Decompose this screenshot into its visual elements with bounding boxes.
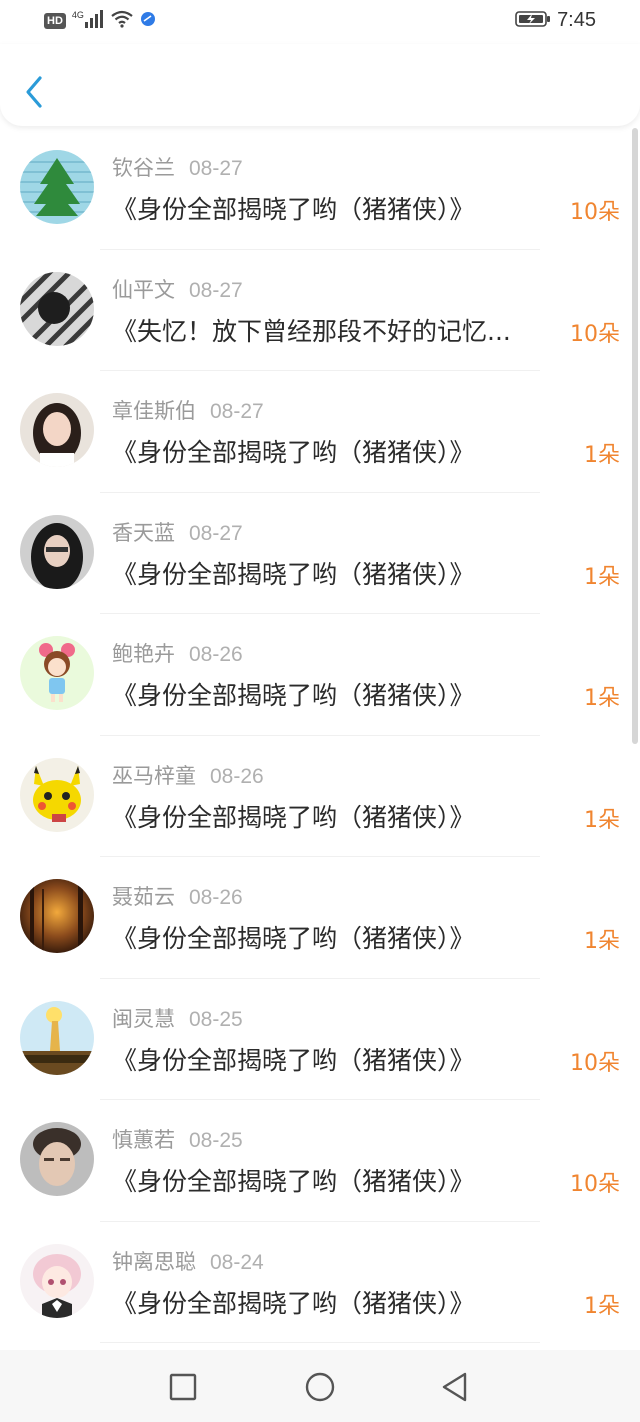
item-date: 08-26 xyxy=(210,764,264,788)
item-date: 08-26 xyxy=(189,643,243,666)
item-meta: 香天蓝 08-27 xyxy=(112,517,243,547)
article-title[interactable]: 《身份全部揭晓了哟（猪猪侠）》 xyxy=(112,190,552,226)
avatar xyxy=(20,1000,94,1075)
avatar xyxy=(20,757,94,832)
gift-record-list: 钦谷兰 08-27 《身份全部揭晓了哟（猪猪侠）》 10朵 仙平文 08-27 《失… xyxy=(0,128,640,1343)
list-item[interactable]: 聂茹云 08-26 《身份全部揭晓了哟（猪猪侠）》 1朵 xyxy=(0,857,640,979)
flower-count: 10朵 xyxy=(570,1172,620,1197)
item-date: 08-25 xyxy=(189,1129,243,1152)
article-title[interactable]: 《身份全部揭晓了哟（猪猪侠）》 xyxy=(112,1041,552,1077)
sender-name: 章佳斯伯 xyxy=(112,400,196,423)
scrollbar[interactable] xyxy=(632,128,638,744)
article-title[interactable]: 《身份全部揭晓了哟（猪猪侠）》 xyxy=(112,433,552,469)
item-date: 08-27 xyxy=(210,400,264,423)
status-left: HD 4G xyxy=(44,10,156,32)
item-meta: 钟离思聪 08-24 xyxy=(112,1246,264,1276)
avatar xyxy=(20,636,94,710)
list-item[interactable]: 仙平文 08-27 《失忆！放下曾经那段不好的记忆... 10朵 xyxy=(0,250,640,371)
flower-count: 10朵 xyxy=(570,321,620,347)
avatar xyxy=(20,271,94,346)
list-item[interactable]: 章佳斯伯 08-27 《身份全部揭晓了哟（猪猪侠）》 1朵 xyxy=(0,371,640,493)
sender-name: 钟离思聪 xyxy=(112,1250,196,1274)
flower-count: 1朵 xyxy=(584,686,620,711)
back-button[interactable] xyxy=(18,72,52,112)
sender-name: 鲍艳卉 xyxy=(112,643,175,666)
hd-badge: HD xyxy=(44,13,66,29)
clock-time: 7:45 xyxy=(557,9,596,31)
flower-count: 10朵 xyxy=(570,1050,620,1076)
item-date: 08-27 xyxy=(189,521,243,545)
recent-apps-square-icon xyxy=(169,1373,197,1401)
list-item[interactable]: 巫马梓童 08-26 《身份全部揭晓了哟（猪猪侠）》 1朵 xyxy=(0,736,640,857)
list-item[interactable]: 闽灵慧 08-25 《身份全部揭晓了哟（猪猪侠）》 10朵 xyxy=(0,979,640,1100)
article-title[interactable]: 《身份全部揭晓了哟（猪猪侠）》 xyxy=(112,555,552,591)
sender-name: 慎蕙若 xyxy=(112,1129,175,1152)
avatar xyxy=(20,393,94,467)
battery-charging-icon xyxy=(515,10,551,32)
list-item[interactable]: 鲍艳卉 08-26 《身份全部揭晓了哟（猪猪侠）》 1朵 xyxy=(0,614,640,736)
item-date: 08-24 xyxy=(210,1250,264,1274)
item-meta: 鲍艳卉 08-26 xyxy=(112,638,243,668)
item-meta: 仙平文 08-27 xyxy=(112,274,243,304)
chevron-left-icon xyxy=(26,76,42,108)
item-meta: 闽灵慧 08-25 xyxy=(112,1003,243,1033)
avatar xyxy=(20,879,94,953)
wifi-icon xyxy=(110,10,134,32)
article-title[interactable]: 《身份全部揭晓了哟（猪猪侠）》 xyxy=(112,1162,552,1198)
sender-name: 聂茹云 xyxy=(112,886,175,909)
item-date: 08-27 xyxy=(189,278,243,302)
flower-count: 1朵 xyxy=(584,564,620,590)
network-type: 4G xyxy=(71,10,84,20)
item-meta: 慎蕙若 08-25 xyxy=(112,1124,243,1154)
item-date: 08-27 xyxy=(189,157,243,180)
list-item[interactable]: 钟离思聪 08-24 《身份全部揭晓了哟（猪猪侠）》 1朵 xyxy=(0,1222,640,1343)
item-meta: 钦谷兰 08-27 xyxy=(112,152,243,182)
list-item[interactable]: 香天蓝 08-27 《身份全部揭晓了哟（猪猪侠）》 1朵 xyxy=(0,493,640,614)
app-notify-icon xyxy=(140,11,156,31)
article-title[interactable]: 《失忆！放下曾经那段不好的记忆... xyxy=(112,312,552,348)
avatar xyxy=(20,150,94,224)
list-item[interactable]: 钦谷兰 08-27 《身份全部揭晓了哟（猪猪侠）》 10朵 xyxy=(0,128,640,250)
signal-icon xyxy=(84,10,104,32)
flower-count: 1朵 xyxy=(584,443,620,468)
article-title[interactable]: 《身份全部揭晓了哟（猪猪侠）》 xyxy=(112,676,552,712)
list-item[interactable]: 慎蕙若 08-25 《身份全部揭晓了哟（猪猪侠）》 10朵 xyxy=(0,1100,640,1222)
sender-name: 钦谷兰 xyxy=(112,157,175,180)
avatar xyxy=(20,1243,94,1318)
avatar xyxy=(20,1122,94,1196)
article-title[interactable]: 《身份全部揭晓了哟（猪猪侠）》 xyxy=(112,919,552,955)
sender-name: 仙平文 xyxy=(112,278,175,302)
status-bar: HD 4G 7:45 xyxy=(0,0,640,44)
item-date: 08-26 xyxy=(189,886,243,909)
divider xyxy=(100,1342,540,1343)
article-title[interactable]: 《身份全部揭晓了哟（猪猪侠）》 xyxy=(112,798,552,834)
flower-count: 1朵 xyxy=(584,929,620,954)
item-meta: 巫马梓童 08-26 xyxy=(112,760,264,790)
flower-count: 1朵 xyxy=(584,1293,620,1319)
sender-name: 巫马梓童 xyxy=(112,764,196,788)
avatar xyxy=(20,514,94,589)
flower-count: 1朵 xyxy=(584,807,620,833)
item-meta: 章佳斯伯 08-27 xyxy=(112,395,264,425)
sender-name: 闽灵慧 xyxy=(112,1007,175,1031)
item-meta: 聂茹云 08-26 xyxy=(112,881,243,911)
sender-name: 香天蓝 xyxy=(112,521,175,545)
app-header xyxy=(0,44,640,126)
system-nav-bar xyxy=(0,1350,640,1422)
home-button[interactable] xyxy=(303,1370,337,1404)
home-circle-icon xyxy=(305,1372,335,1402)
recent-apps-button[interactable] xyxy=(166,1370,200,1404)
article-title[interactable]: 《身份全部揭晓了哟（猪猪侠）》 xyxy=(112,1284,552,1320)
item-date: 08-25 xyxy=(189,1007,243,1031)
back-triangle-icon xyxy=(442,1372,467,1402)
flower-count: 10朵 xyxy=(570,200,620,225)
status-right: 7:45 xyxy=(515,9,596,32)
system-back-button[interactable] xyxy=(438,1370,472,1404)
